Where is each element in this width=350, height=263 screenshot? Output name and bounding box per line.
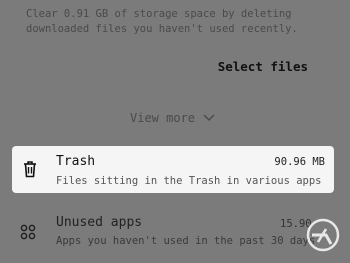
- trash-subtitle: Files sitting in the Trash in various ap…: [56, 175, 322, 187]
- unused-apps-item[interactable]: Unused apps 15.90 Apps you haven't used …: [0, 210, 350, 263]
- trash-card[interactable]: Trash 90.96 MB Files sitting in the Tras…: [12, 146, 334, 193]
- apps-grid-icon: [20, 224, 36, 240]
- storage-description: Clear 0.91 GB of storage space by deleti…: [26, 8, 298, 35]
- trash-size: 90.96 MB: [274, 156, 325, 168]
- chevron-down-icon: [203, 114, 215, 121]
- view-more-label: View more: [130, 111, 196, 125]
- trash-icon: [24, 161, 36, 178]
- watermark-logo-icon: [306, 218, 340, 252]
- trash-title: Trash: [56, 154, 96, 169]
- select-files-button[interactable]: Select files: [218, 59, 308, 74]
- view-more-button[interactable]: View more: [130, 111, 215, 125]
- unused-apps-title: Unused apps: [56, 215, 143, 230]
- unused-apps-subtitle: Apps you haven't used in the past 30 day…: [56, 235, 316, 247]
